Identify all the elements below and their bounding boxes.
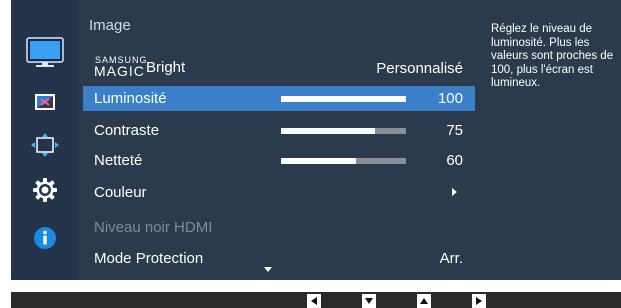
magic-bright-row[interactable]: SAMSUNG MAGIC Bright Personnalisé <box>83 53 475 79</box>
help-text: Réglez le niveau de luminosité. Plus les… <box>491 23 614 89</box>
menu-item-label: Netteté <box>94 152 143 169</box>
luminosite-value: 100 <box>437 90 463 107</box>
mode-protection-value: Arr. <box>439 250 463 267</box>
menu-item-luminosite[interactable]: Luminosité 100 <box>83 86 475 111</box>
slider-fill <box>281 96 406 102</box>
scroll-down-icon[interactable] <box>264 267 272 272</box>
magic-label: MAGIC <box>94 63 145 79</box>
menu-item-label: Couleur <box>94 184 147 201</box>
image-menu: Image SAMSUNG MAGIC Bright Personnalisé … <box>78 0 480 280</box>
bright-label: Bright <box>146 59 186 76</box>
menu-item-label: Luminosité <box>94 90 167 107</box>
help-panel: Réglez le niveau de luminosité. Plus les… <box>480 0 621 280</box>
magic-bright-logo: SAMSUNG MAGIC Bright <box>94 56 204 79</box>
nettete-value: 60 <box>446 152 463 169</box>
color-screen-icon[interactable] <box>11 88 78 116</box>
settings-gear-icon[interactable] <box>11 175 78 205</box>
menu-item-nettete[interactable]: Netteté 60 <box>83 148 475 173</box>
slider-fill <box>281 158 356 164</box>
nettete-slider[interactable] <box>281 158 406 164</box>
up-arrow-icon[interactable] <box>417 294 431 308</box>
menu-item-niveau-noir-hdmi: Niveau noir HDMI <box>83 215 475 240</box>
category-sidebar <box>11 0 78 280</box>
menu-title: Image <box>89 17 131 34</box>
menu-item-label: Niveau noir HDMI <box>94 219 213 236</box>
size-position-icon[interactable] <box>11 130 78 160</box>
submenu-arrow-icon <box>452 188 457 196</box>
info-icon[interactable] <box>11 223 78 253</box>
menu-item-couleur[interactable]: Couleur <box>83 180 475 205</box>
luminosite-slider[interactable] <box>281 96 406 102</box>
down-arrow-icon[interactable] <box>362 294 376 308</box>
menu-item-mode-protection[interactable]: Mode Protection Arr. <box>83 246 475 271</box>
bottom-control-bar <box>11 292 621 308</box>
magic-bright-value: Personnalisé <box>376 60 463 77</box>
right-arrow-icon[interactable] <box>472 294 486 308</box>
contraste-value: 75 <box>446 122 463 139</box>
slider-fill <box>281 128 375 134</box>
menu-item-label: Mode Protection <box>94 250 204 267</box>
picture-icon[interactable] <box>11 34 78 70</box>
menu-item-contraste[interactable]: Contraste 75 <box>83 118 475 143</box>
left-arrow-icon[interactable] <box>307 294 321 308</box>
menu-item-label: Contraste <box>94 122 160 139</box>
contraste-slider[interactable] <box>281 128 406 134</box>
